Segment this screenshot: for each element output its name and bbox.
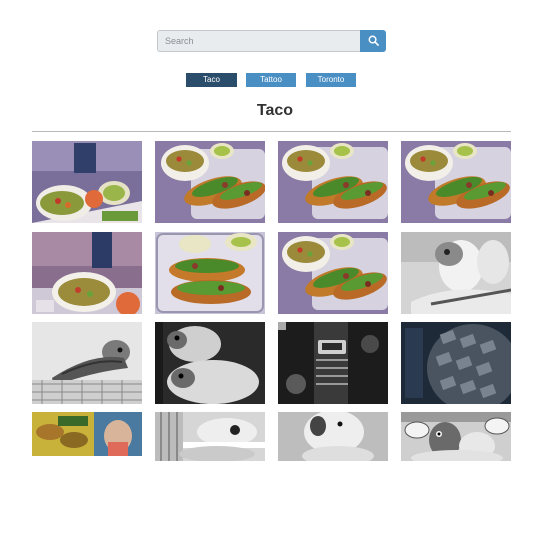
category-button-toronto[interactable]: Toronto [306, 73, 356, 87]
image-tile[interactable] [278, 141, 388, 223]
image-tile[interactable] [32, 412, 142, 461]
search-icon [368, 34, 379, 49]
search-bar [157, 30, 386, 52]
category-button-tattoo[interactable]: Tattoo [246, 73, 296, 87]
image-tile[interactable] [278, 322, 388, 404]
image-tile[interactable] [155, 141, 265, 223]
image-tile[interactable] [401, 232, 511, 314]
image-tile[interactable] [278, 412, 388, 461]
image-tile[interactable] [401, 141, 511, 223]
search-button[interactable] [360, 30, 386, 52]
image-tile[interactable] [278, 232, 388, 314]
image-tile[interactable] [155, 412, 265, 461]
image-grid [32, 141, 511, 461]
title-divider [32, 131, 511, 132]
image-tile[interactable] [155, 232, 265, 314]
image-tile[interactable] [155, 322, 265, 404]
category-button-taco[interactable]: Taco [186, 73, 237, 87]
page-title: Taco [256, 102, 294, 119]
image-tile[interactable] [32, 232, 142, 314]
search-input[interactable] [157, 30, 360, 52]
image-tile[interactable] [401, 412, 511, 461]
image-tile[interactable] [32, 141, 142, 223]
image-search-page: Taco Tattoo Toronto Taco [0, 0, 550, 550]
image-tile[interactable] [32, 322, 142, 404]
image-tile[interactable] [401, 322, 511, 404]
